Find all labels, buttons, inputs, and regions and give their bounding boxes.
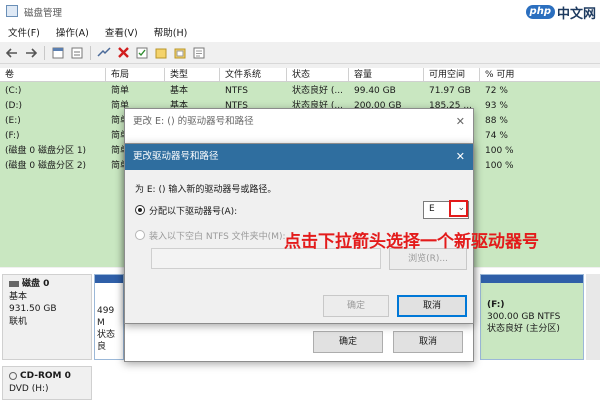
menu-action[interactable]: 操作(A) (48, 25, 97, 39)
open-folder-icon[interactable] (172, 45, 188, 61)
volume-name: (F:) (5, 131, 20, 141)
toolbar-separator (44, 45, 45, 60)
table-row[interactable]: (C:) 简单 基本 NTFS 状态良好 (... 99.40 GB 71.97… (0, 84, 600, 99)
col-layout[interactable]: 布局 (106, 68, 165, 82)
disk0-label[interactable]: 磁盘 0 基本 931.50 GB 联机 (2, 274, 92, 360)
outer-cancel-button[interactable]: 取消 (393, 331, 463, 353)
partition-f-size: 300.00 GB NTFS (487, 312, 561, 322)
cdrom-drive: DVD (H:) (9, 383, 49, 394)
window-title: 磁盘管理 (24, 8, 63, 19)
volume-capacity: 99.40 GB (354, 86, 396, 96)
col-type[interactable]: 类型 (165, 68, 220, 82)
cdrom-label[interactable]: CD-ROM 0 DVD (H:) (2, 366, 92, 400)
brand-watermark: php 中文网 (525, 2, 596, 22)
volume-name: (E:) (5, 116, 21, 126)
partition-status: 状态良 (97, 330, 116, 352)
volume-pct: 100 % (485, 161, 514, 171)
graph-scrollbar[interactable] (586, 274, 600, 360)
menu-help[interactable]: 帮助(H) (146, 25, 196, 39)
disk0-type: 基本 (9, 291, 28, 302)
volume-list-header: 卷 布局 类型 文件系统 状态 容量 可用空间 % 可用 (0, 68, 600, 82)
brand-logo: php (525, 5, 555, 19)
annotation-highlight-box (449, 200, 468, 217)
mount-folder-radio[interactable] (135, 230, 145, 240)
col-free-space[interactable]: 可用空间 (424, 68, 480, 82)
volume-name: (D:) (5, 101, 22, 111)
menu-view[interactable]: 查看(V) (97, 25, 146, 39)
close-icon[interactable]: ✕ (456, 115, 465, 128)
partition-size: 499 M (97, 306, 115, 328)
assign-letter-label: 分配以下驱动器号(A): (149, 207, 238, 217)
annotation-text: 点击下拉箭头选择一个新驱动器号 (284, 232, 539, 252)
volume-pct: 74 % (485, 131, 508, 141)
disk0-size: 931.50 GB (9, 304, 57, 314)
connect-icon[interactable] (96, 45, 112, 61)
volume-name: (磁盘 0 磁盘分区 1) (5, 146, 87, 156)
inner-cancel-button[interactable]: 取消 (397, 295, 467, 317)
col-filesystem[interactable]: 文件系统 (220, 68, 287, 82)
title-bar: 磁盘管理 php 中文网 (0, 0, 600, 22)
outer-ok-button[interactable]: 确定 (313, 331, 383, 353)
volume-layout: 简单 (111, 131, 126, 141)
volume-status: 状态良好 (... (292, 86, 343, 96)
partition-box[interactable]: 499 M 状态良 (94, 274, 124, 360)
volume-pct: 88 % (485, 116, 508, 126)
toolbar (0, 42, 600, 64)
assign-letter-radio[interactable] (135, 205, 145, 215)
cdrom-icon (9, 371, 17, 380)
volume-layout: 简单 (111, 161, 126, 171)
properties-icon[interactable] (50, 45, 66, 61)
menu-bar: 文件(F) 操作(A) 查看(V) 帮助(H) (0, 22, 600, 42)
volume-name: (磁盘 0 磁盘分区 2) (5, 161, 87, 171)
partition-f-status: 状态良好 (主分区) (487, 324, 560, 334)
check-icon[interactable] (134, 45, 150, 61)
partition-f-name: (F:) (487, 300, 505, 310)
volume-pct: 72 % (485, 86, 508, 96)
disk0-title: 磁盘 0 (9, 278, 85, 291)
volume-layout: 简单 (111, 146, 126, 156)
back-arrow-icon[interactable] (4, 45, 20, 61)
disk-management-icon (6, 5, 18, 17)
menu-file[interactable]: 文件(F) (0, 25, 48, 39)
dialog-prompt: 为 E: () 输入新的驱动器号或路径。 (135, 185, 277, 195)
col-volume[interactable]: 卷 (0, 68, 106, 82)
col-capacity[interactable]: 容量 (349, 68, 424, 82)
delete-x-icon[interactable] (115, 45, 131, 61)
dialog-title: 更改 E: () 的驱动器号和路径 (125, 109, 473, 135)
drive-letter-value: E (429, 204, 435, 214)
volume-pct: 100 % (485, 146, 514, 156)
volume-type: 基本 (170, 86, 189, 96)
volume-pct: 93 % (485, 101, 508, 111)
mount-folder-label: 装入以下空白 NTFS 文件夹中(M): (149, 232, 286, 242)
new-folder-icon[interactable] (153, 45, 169, 61)
toolbar-separator (90, 45, 91, 60)
col-status[interactable]: 状态 (287, 68, 349, 82)
help-icon[interactable] (69, 45, 85, 61)
partition-f[interactable]: (F:) 300.00 GB NTFS 状态良好 (主分区) (480, 274, 584, 360)
volume-layout: 简单 (111, 116, 126, 126)
volume-free: 71.97 GB (429, 86, 471, 96)
col-percent-free[interactable]: % 可用 (480, 68, 600, 82)
inner-dialog-title: 更改驱动器号和路径 (125, 144, 473, 170)
brand-text: 中文网 (556, 6, 596, 22)
inner-ok-button[interactable]: 确定 (323, 295, 389, 317)
disk0-status: 联机 (9, 316, 28, 327)
disk-icon (9, 280, 19, 287)
properties-page-icon[interactable] (191, 45, 207, 61)
cdrom-title: CD-ROM 0 (9, 370, 85, 383)
volume-fs: NTFS (225, 86, 248, 96)
volume-name: (C:) (5, 86, 22, 96)
forward-arrow-icon[interactable] (23, 45, 39, 61)
close-icon[interactable]: ✕ (456, 150, 465, 163)
volume-layout: 简单 (111, 86, 130, 96)
